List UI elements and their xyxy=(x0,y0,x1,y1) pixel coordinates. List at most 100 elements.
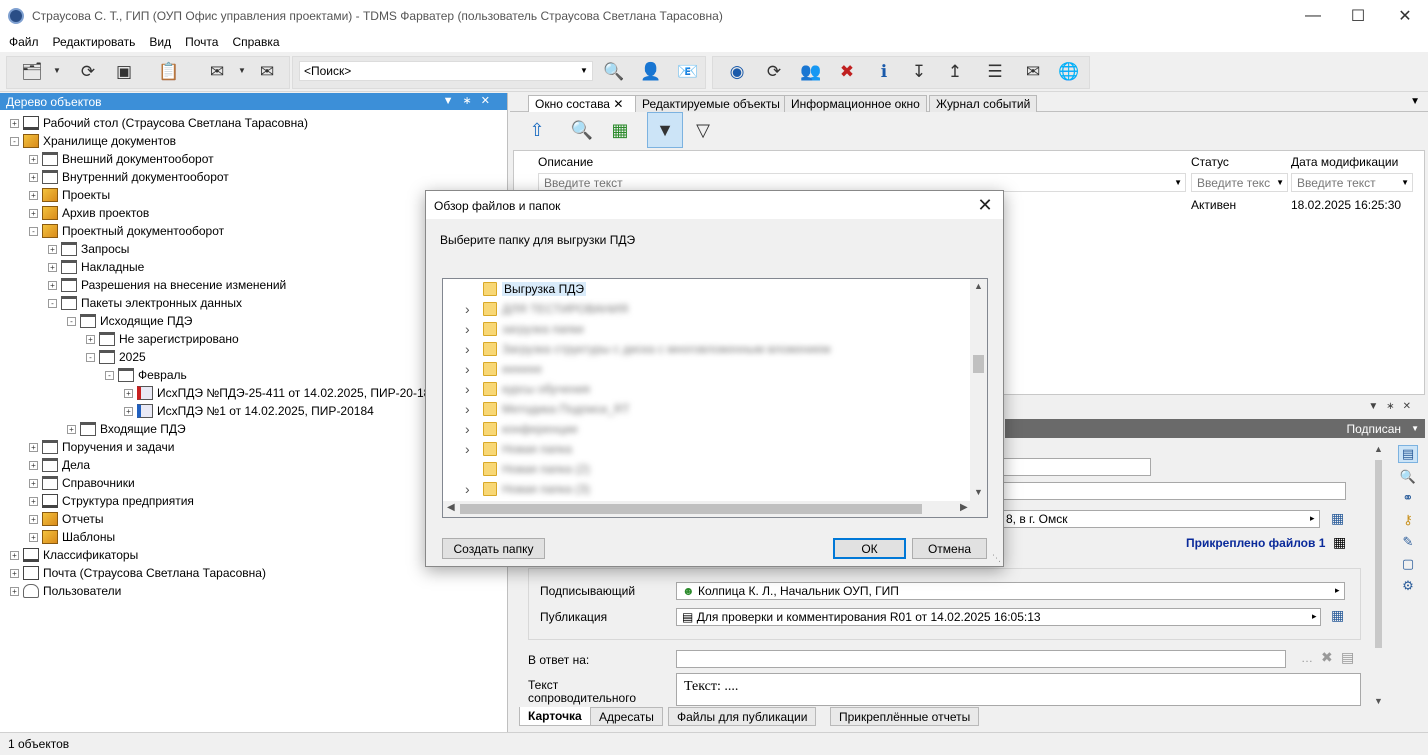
column-header-modified[interactable]: Дата модификации xyxy=(1291,155,1398,169)
publication-field[interactable]: ▤ Для проверки и комментирования R01 от … xyxy=(676,608,1321,626)
globe-icon[interactable]: 🌐 xyxy=(1055,58,1083,86)
check-out-icon[interactable]: ↥ xyxy=(941,58,969,86)
filter-dropdown-icon[interactable]: ▼ xyxy=(1276,178,1284,187)
dialog-close-icon[interactable]: ✕ xyxy=(973,193,997,217)
clipboard-icon[interactable]: 📋 xyxy=(155,58,183,86)
tree-item[interactable]: + Классификаторы xyxy=(10,546,138,564)
tree-item[interactable]: + ИсхПДЭ №ПДЭ-25-411 от 14.02.2025, ПИР-2… xyxy=(124,384,437,402)
chevron-right-icon[interactable]: › xyxy=(465,321,470,337)
tree-item[interactable]: - Февраль xyxy=(105,366,187,384)
reply-clear-icon[interactable]: ✖ xyxy=(1321,649,1333,666)
cover-letter-textarea[interactable]: Текст: .... xyxy=(676,673,1361,706)
address-field[interactable]: 8, в г. Омск xyxy=(1000,510,1320,528)
user-search-icon[interactable]: 👤 xyxy=(637,58,665,86)
expand-icon[interactable]: + xyxy=(10,550,19,560)
expand-icon[interactable]: + xyxy=(86,334,95,344)
edit-icon[interactable]: ✎ xyxy=(1398,533,1418,551)
status-filter-input[interactable]: Введите текс ▼ xyxy=(1191,173,1288,192)
expand-icon[interactable]: + xyxy=(29,496,38,506)
attached-files-link[interactable]: Прикреплено файлов 1 xyxy=(1186,536,1325,550)
filter-settings-icon[interactable]: ▽ xyxy=(685,112,721,148)
cancel-button[interactable]: Отмена xyxy=(912,538,987,559)
tab-addressees[interactable]: Адресаты xyxy=(590,707,663,726)
card-view-icon[interactable]: ▤ xyxy=(1398,445,1418,463)
expand-icon[interactable]: + xyxy=(29,514,38,524)
chevron-right-icon[interactable]: › xyxy=(465,421,470,437)
row-status[interactable]: Активен xyxy=(1191,198,1236,212)
tab-edited-objects[interactable]: Редактируемые объекты xyxy=(635,95,787,112)
mail-search-icon[interactable]: 📧 xyxy=(674,58,702,86)
tree-item[interactable]: + Внутренний документооборот xyxy=(29,168,229,186)
reply-browse-icon[interactable]: … xyxy=(1301,651,1313,665)
filter-dropdown-icon[interactable]: ▼ xyxy=(1174,178,1182,187)
search-input[interactable]: <Поиск> xyxy=(299,61,593,81)
folder-item[interactable]: Новая папка (2) xyxy=(443,459,973,479)
navigator-icon[interactable]: ◉ xyxy=(723,58,751,86)
messages-icon[interactable]: ☰ xyxy=(981,58,1009,86)
key-icon[interactable]: ⚷ xyxy=(1398,511,1418,529)
folder-item[interactable]: › Загрузка структуры с диска с многовложе… xyxy=(443,339,973,359)
cube-icon[interactable]: ▢ xyxy=(1398,555,1418,573)
minimize-button[interactable]: — xyxy=(1290,0,1336,32)
resize-grip-icon[interactable]: ⋱ xyxy=(992,553,1001,564)
tree-item[interactable]: + Шаблоны xyxy=(29,528,115,546)
reply-to-field[interactable] xyxy=(676,650,1286,668)
disconnect-icon[interactable]: ✖ xyxy=(833,58,861,86)
search-dropdown-icon[interactable]: ▼ xyxy=(580,66,588,75)
tab-event-log[interactable]: Журнал событий xyxy=(929,95,1038,112)
properties-scrollbar[interactable]: ▲ ▼ xyxy=(1372,444,1385,706)
collapse-icon[interactable]: - xyxy=(29,226,38,236)
tree-item[interactable]: + Внешний документооборот xyxy=(29,150,214,168)
inbox-icon[interactable]: ✉ xyxy=(1019,58,1047,86)
tab-publication-files[interactable]: Файлы для публикации xyxy=(668,707,817,726)
tree-item[interactable]: - Проектный документооборот xyxy=(29,222,224,240)
tree-item[interactable]: + Пользователи xyxy=(10,582,121,600)
chevron-right-icon[interactable]: › xyxy=(465,481,470,497)
new-object-dropdown-icon[interactable]: ▼ xyxy=(53,66,61,75)
settings-icon[interactable]: ⚙ xyxy=(1398,577,1418,595)
collapse-icon[interactable]: - xyxy=(67,316,76,326)
expand-icon[interactable]: + xyxy=(29,460,38,470)
tree-item[interactable]: + ИсхПДЭ №1 от 14.02.2025, ПИР-20184 xyxy=(124,402,374,420)
tab-card[interactable]: Карточка xyxy=(519,707,591,726)
tree-item[interactable]: + Дела xyxy=(29,456,90,474)
menu-help[interactable]: Справка xyxy=(225,35,286,49)
menu-view[interactable]: Вид xyxy=(142,35,178,49)
tree-search-icon[interactable]: 🔍 xyxy=(564,112,600,148)
publication-select-icon[interactable]: ▦ xyxy=(1331,607,1344,624)
signer-dropdown-icon[interactable]: ▸ xyxy=(1335,585,1340,596)
publication-dropdown-icon[interactable]: ▸ xyxy=(1312,611,1317,622)
collapse-icon[interactable]: - xyxy=(48,298,57,308)
folder-item[interactable]: › Новая папка (3) xyxy=(443,479,973,499)
status-dropdown-icon[interactable]: ▼ xyxy=(1411,424,1419,433)
filter-dropdown-icon[interactable]: ▼ xyxy=(1401,178,1409,187)
expand-icon[interactable]: + xyxy=(29,154,38,164)
collapse-icon[interactable]: - xyxy=(86,352,95,362)
expand-icon[interactable]: + xyxy=(48,280,57,290)
search-icon[interactable]: 🔍 xyxy=(1398,468,1418,486)
maximize-button[interactable]: ☐ xyxy=(1335,0,1381,32)
tree-item[interactable]: + Входящие ПДЭ xyxy=(67,420,186,438)
info-icon[interactable]: ℹ xyxy=(870,58,898,86)
tree-item[interactable]: + Отчеты xyxy=(29,510,103,528)
scroll-thumb[interactable] xyxy=(1375,460,1382,648)
scroll-right-icon[interactable]: ▶ xyxy=(960,502,968,513)
go-up-icon[interactable]: ⇧ xyxy=(519,112,555,148)
expand-icon[interactable]: + xyxy=(48,244,57,254)
tree-item[interactable]: + Поручения и задачи xyxy=(29,438,175,456)
tree-item[interactable]: + Разрешения на внесение изменений xyxy=(48,276,286,294)
reply-paste-icon[interactable]: ▤ xyxy=(1341,649,1354,666)
folder-tree-hscroll[interactable]: ◀ ▶ xyxy=(443,501,987,517)
menu-file[interactable]: Файл xyxy=(0,35,46,49)
menu-mail[interactable]: Почта xyxy=(178,35,225,49)
folder-tree-vscroll[interactable]: ▲ ▼ xyxy=(970,279,987,501)
scroll-thumb[interactable] xyxy=(973,355,984,373)
tab-info-window[interactable]: Информационное окно xyxy=(784,95,927,112)
tab-list-icon[interactable]: ▼ xyxy=(1410,96,1420,107)
chevron-right-icon[interactable]: › xyxy=(465,381,470,397)
scroll-thumb[interactable] xyxy=(460,504,922,514)
collapse-icon[interactable]: - xyxy=(105,370,114,380)
close-window-button[interactable]: ✕ xyxy=(1382,0,1428,32)
folder-item[interactable]: › eeeeee xyxy=(443,359,973,379)
tree-item[interactable]: + Справочники xyxy=(29,474,135,492)
